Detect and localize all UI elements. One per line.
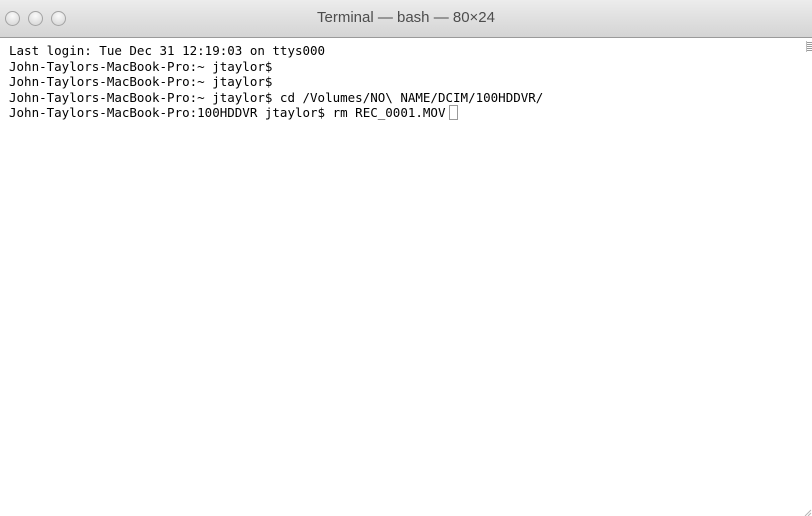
terminal-content[interactable]: Last login: Tue Dec 31 12:19:03 on ttys0… bbox=[0, 38, 812, 516]
terminal-window: Terminal — bash — 80×24 Last login: Tue … bbox=[0, 0, 812, 516]
resize-grip-glyph bbox=[804, 509, 812, 516]
terminal-command-text: John-Taylors-MacBook-Pro:100HDDVR jtaylo… bbox=[9, 105, 446, 120]
split-pane-icon[interactable] bbox=[806, 41, 812, 52]
resize-grip-icon[interactable] bbox=[800, 504, 812, 516]
terminal-line: John-Taylors-MacBook-Pro:~ jtaylor$ bbox=[9, 74, 273, 89]
title-bar[interactable]: Terminal — bash — 80×24 bbox=[0, 0, 812, 38]
window-title: Terminal — bash — 80×24 bbox=[316, 9, 495, 26]
terminal-input-line[interactable]: John-Taylors-MacBook-Pro:100HDDVR jtaylo… bbox=[9, 105, 812, 121]
terminal-line: Last login: Tue Dec 31 12:19:03 on ttys0… bbox=[9, 43, 326, 58]
text-cursor bbox=[448, 105, 458, 120]
terminal-line: John-Taylors-MacBook-Pro:~ jtaylor$ cd /… bbox=[9, 89, 544, 105]
terminal-line: John-Taylors-MacBook-Pro:~ jtaylor$ bbox=[9, 58, 273, 74]
